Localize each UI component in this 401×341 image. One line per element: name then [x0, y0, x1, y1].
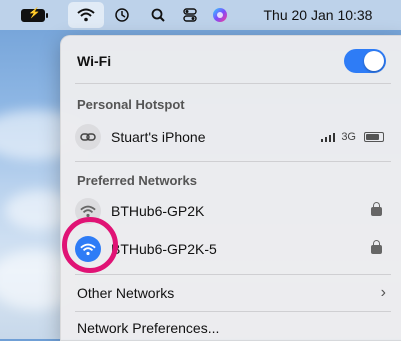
network-type: 3G	[341, 131, 356, 143]
wifi-icon[interactable]	[68, 2, 104, 28]
siri-icon[interactable]	[210, 0, 230, 30]
clock[interactable]: Thu 20 Jan 10:38	[238, 0, 398, 30]
network-name: BTHub6-GP2K	[111, 203, 205, 219]
network-preferences-item[interactable]: Network Preferences...	[61, 316, 401, 340]
battery-icon	[364, 132, 384, 142]
lock-icon	[371, 239, 382, 254]
personal-hotspot-icon	[75, 124, 101, 150]
wifi-toggle[interactable]	[344, 49, 386, 73]
network-item[interactable]: BTHub6-GP2K	[61, 196, 401, 226]
wifi-header: Wi-Fi	[61, 48, 401, 74]
hotspot-status: 3G	[321, 131, 384, 143]
divider	[75, 311, 391, 312]
chevron-right-icon: ›	[380, 284, 386, 301]
wifi-title: Wi-Fi	[77, 53, 112, 69]
wifi-menu-panel: Wi-Fi Personal Hotspot Stuart's iPhone 3…	[60, 35, 401, 341]
divider	[75, 161, 391, 162]
battery-charging-icon[interactable]: ⚡	[18, 0, 48, 30]
network-name: BTHub6-GP2K-5	[111, 241, 217, 257]
time-machine-icon[interactable]	[112, 0, 132, 30]
highlight-circle-annotation	[62, 217, 118, 273]
divider	[75, 274, 391, 275]
preferred-section-header: Preferred Networks	[77, 172, 197, 188]
spotlight-search-icon[interactable]	[148, 0, 168, 30]
hotspot-item[interactable]: Stuart's iPhone 3G	[61, 122, 401, 152]
menu-bar: ⚡ Thu 20 Jan 10:38	[0, 0, 401, 30]
lock-icon	[371, 201, 382, 216]
control-center-icon[interactable]	[180, 0, 200, 30]
signal-bars-icon	[321, 132, 336, 142]
divider	[75, 83, 391, 84]
hotspot-name: Stuart's iPhone	[111, 129, 206, 145]
hotspot-section-header: Personal Hotspot	[77, 96, 185, 112]
other-networks-item[interactable]: Other Networks ›	[61, 281, 401, 305]
